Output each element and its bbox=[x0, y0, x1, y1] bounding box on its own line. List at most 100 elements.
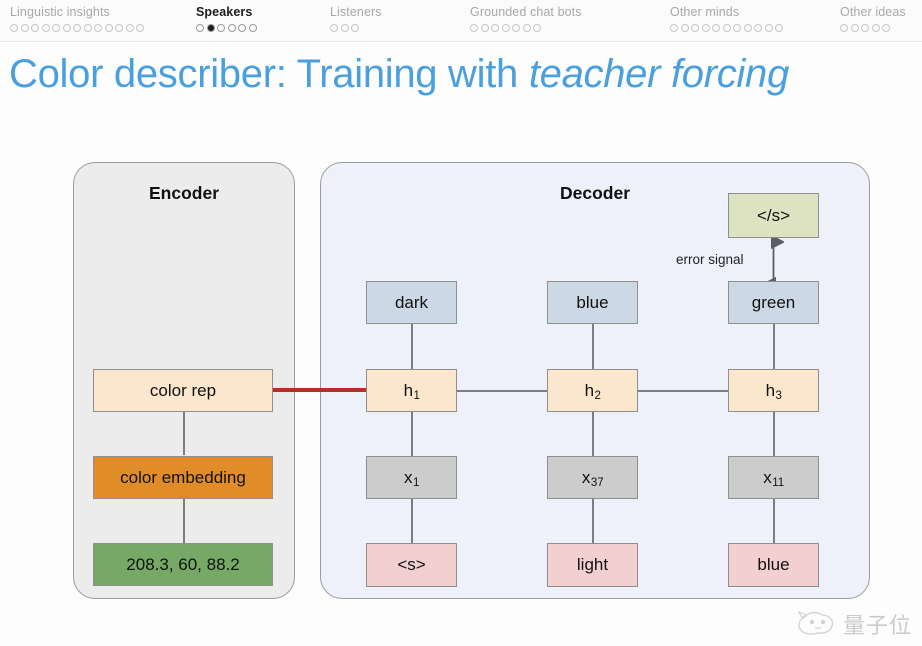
nav-dot[interactable] bbox=[491, 24, 499, 32]
nav-section-other-ideas[interactable]: Other ideas bbox=[840, 0, 906, 32]
nav-section-speakers[interactable]: Speakers bbox=[196, 0, 257, 32]
node-label: light bbox=[576, 555, 609, 574]
node-hidden-h2[interactable]: h2 bbox=[547, 369, 638, 412]
nav-dot[interactable] bbox=[238, 24, 246, 32]
node-label: h bbox=[403, 380, 414, 400]
nav-progress-dots[interactable] bbox=[470, 24, 582, 32]
nav-dot[interactable] bbox=[882, 24, 890, 32]
node-embedding-x11[interactable]: x 11 bbox=[728, 456, 819, 499]
nav-dot[interactable] bbox=[680, 24, 689, 32]
nav-section-label: Other minds bbox=[670, 5, 740, 19]
nav-section-other-minds[interactable]: Other minds bbox=[670, 0, 783, 32]
nav-dot[interactable] bbox=[512, 24, 520, 32]
nav-dot[interactable] bbox=[62, 24, 71, 32]
nav-progress-dots[interactable] bbox=[330, 24, 382, 32]
node-embedding-x37[interactable]: x 37 bbox=[547, 456, 638, 499]
node-target-end-of-sequence[interactable]: </s> bbox=[728, 193, 819, 238]
nav-dot[interactable] bbox=[340, 24, 349, 32]
nav-dot[interactable] bbox=[227, 24, 236, 32]
nav-dot[interactable] bbox=[850, 24, 859, 32]
nav-dot[interactable] bbox=[733, 24, 741, 32]
nav-dot[interactable] bbox=[196, 24, 204, 32]
nav-dot[interactable] bbox=[840, 24, 848, 32]
nav-section-grounded-chat-bots[interactable]: Grounded chat bots bbox=[470, 0, 582, 32]
node-label: color embedding bbox=[120, 467, 246, 487]
architecture-diagram: Encoder color rep color embedding 208.3,… bbox=[0, 140, 922, 610]
connector-h2-to-output bbox=[592, 324, 594, 369]
nav-dot[interactable] bbox=[533, 24, 541, 32]
node-label: color rep bbox=[149, 380, 217, 400]
watermark: 量子位 bbox=[795, 608, 912, 640]
nav-section-linguistic-insights[interactable]: Linguistic insights bbox=[10, 0, 144, 32]
nav-dot[interactable] bbox=[217, 24, 225, 32]
nav-dot[interactable] bbox=[125, 24, 134, 32]
connector-h3-to-output bbox=[773, 324, 775, 369]
nav-dot[interactable] bbox=[115, 24, 123, 32]
encoder-panel-title: Encoder bbox=[148, 183, 220, 203]
nav-dot[interactable] bbox=[83, 24, 92, 32]
nav-dot[interactable] bbox=[41, 24, 50, 32]
node-input-start-of-sequence[interactable]: <s> bbox=[366, 543, 457, 587]
nav-dot[interactable] bbox=[480, 24, 489, 32]
nav-progress-dots[interactable] bbox=[10, 24, 144, 32]
nav-dot[interactable] bbox=[743, 24, 752, 32]
connector-input2-to-x37 bbox=[592, 499, 594, 544]
node-label: x bbox=[404, 467, 413, 487]
nav-dot[interactable] bbox=[20, 24, 29, 32]
nav-dot[interactable] bbox=[10, 24, 18, 32]
node-label: green bbox=[751, 292, 796, 312]
cat-logo-icon bbox=[797, 610, 834, 635]
nav-dot-active[interactable] bbox=[206, 24, 215, 32]
nav-dot[interactable] bbox=[670, 24, 678, 32]
nav-dot[interactable] bbox=[136, 24, 144, 32]
nav-progress-dots[interactable] bbox=[670, 24, 783, 32]
node-input-light[interactable]: light bbox=[547, 543, 638, 587]
node-input-blue[interactable]: blue bbox=[728, 543, 819, 587]
nav-dot[interactable] bbox=[31, 24, 39, 32]
nav-progress-dots[interactable] bbox=[840, 24, 906, 32]
nav-section-listeners[interactable]: Listeners bbox=[330, 0, 382, 32]
encoder-decoder-red-connector bbox=[272, 388, 371, 392]
nav-dot[interactable] bbox=[52, 24, 60, 32]
nav-dot[interactable] bbox=[722, 24, 731, 32]
nav-dot[interactable] bbox=[861, 24, 869, 32]
node-embedding-x1[interactable]: x1 bbox=[366, 456, 457, 499]
node-label: h bbox=[765, 380, 776, 400]
node-output-dark[interactable]: dark bbox=[366, 281, 457, 324]
node-label-subscript: 11 bbox=[772, 476, 785, 489]
node-color-embedding[interactable]: color embedding bbox=[93, 456, 273, 499]
node-hidden-h1[interactable]: h1 bbox=[366, 369, 457, 412]
nav-dot[interactable] bbox=[764, 24, 773, 32]
nav-dot[interactable] bbox=[104, 24, 113, 32]
node-label-subscript: 37 bbox=[590, 476, 604, 489]
node-label: x bbox=[763, 467, 772, 487]
node-label: <s> bbox=[397, 555, 426, 574]
nav-section-label: Linguistic insights bbox=[10, 5, 110, 19]
nav-dot[interactable] bbox=[691, 24, 699, 32]
nav-dot[interactable] bbox=[470, 24, 478, 32]
nav-dot[interactable] bbox=[754, 24, 762, 32]
nav-dot[interactable] bbox=[94, 24, 102, 32]
nav-dot[interactable] bbox=[775, 24, 783, 32]
nav-progress-dots[interactable] bbox=[196, 24, 257, 32]
nav-dot[interactable] bbox=[351, 24, 359, 32]
node-output-blue[interactable]: blue bbox=[547, 281, 638, 324]
node-label: </s> bbox=[756, 205, 791, 225]
node-color-value[interactable]: 208.3, 60, 88.2 bbox=[93, 543, 273, 586]
encoder-connector-rep-to-embedding bbox=[183, 411, 185, 455]
node-label: h bbox=[584, 380, 595, 400]
node-output-green[interactable]: green bbox=[728, 281, 819, 324]
node-label-subscript: 2 bbox=[594, 389, 601, 402]
nav-dot[interactable] bbox=[701, 24, 710, 32]
nav-dot[interactable] bbox=[73, 24, 81, 32]
node-hidden-h3[interactable]: h3 bbox=[728, 369, 819, 412]
nav-dot[interactable] bbox=[330, 24, 338, 32]
nav-section-label: Grounded chat bots bbox=[470, 5, 582, 19]
nav-dot[interactable] bbox=[501, 24, 510, 32]
node-label-subscript: 1 bbox=[413, 476, 420, 489]
nav-dot[interactable] bbox=[712, 24, 720, 32]
node-color-rep[interactable]: color rep bbox=[93, 369, 273, 412]
nav-dot[interactable] bbox=[871, 24, 880, 32]
nav-dot[interactable] bbox=[522, 24, 531, 32]
nav-dot[interactable] bbox=[248, 24, 257, 32]
